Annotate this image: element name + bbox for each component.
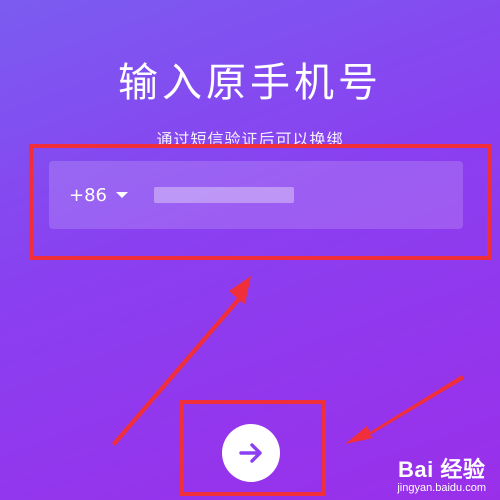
annotation-arrow-up	[112, 276, 251, 446]
watermark-brand: Bai 经验	[397, 457, 486, 482]
annotation-arrow-left	[345, 375, 464, 444]
watermark-url: jingyan.baidu.com	[397, 482, 486, 494]
baidu-watermark: Bai 经验 jingyan.baidu.com	[397, 452, 486, 494]
annotation-arrows	[112, 276, 464, 446]
